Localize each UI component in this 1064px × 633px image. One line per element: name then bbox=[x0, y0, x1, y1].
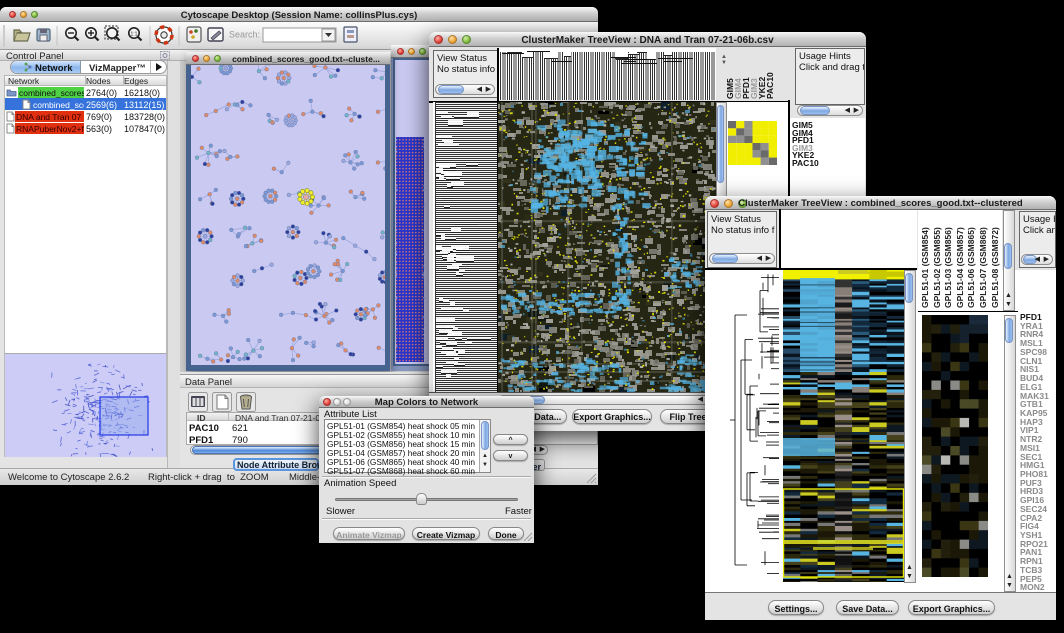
svg-text:Search:: Search: bbox=[229, 30, 260, 40]
svg-text:1:1: 1:1 bbox=[131, 32, 138, 38]
